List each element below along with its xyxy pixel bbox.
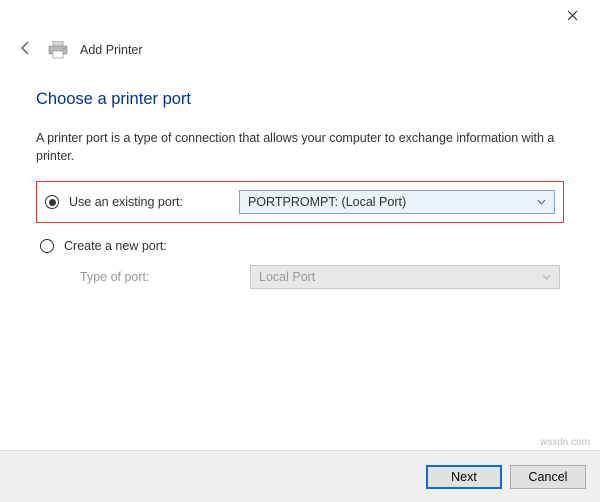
radio-create-port[interactable] bbox=[40, 239, 54, 253]
selected-option-highlight: Use an existing port: PORTPROMPT: (Local… bbox=[36, 181, 564, 223]
back-arrow-icon[interactable] bbox=[16, 40, 36, 61]
titlebar bbox=[0, 0, 600, 30]
option-existing-label: Use an existing port: bbox=[69, 195, 229, 209]
port-type-value: Local Port bbox=[259, 270, 315, 284]
next-button[interactable]: Next bbox=[426, 465, 502, 489]
radio-existing-port[interactable] bbox=[45, 195, 59, 209]
wizard-header: Add Printer bbox=[0, 30, 600, 66]
printer-icon bbox=[48, 41, 68, 59]
page-heading: Choose a printer port bbox=[36, 90, 564, 109]
port-type-label: Type of port: bbox=[80, 270, 240, 284]
option-use-existing-port[interactable]: Use an existing port: PORTPROMPT: (Local… bbox=[41, 184, 559, 220]
port-type-dropdown: Local Port bbox=[250, 265, 560, 289]
window-title: Add Printer bbox=[80, 43, 143, 57]
existing-port-value: PORTPROMPT: (Local Port) bbox=[248, 195, 406, 209]
chevron-down-icon bbox=[542, 272, 551, 283]
close-icon[interactable] bbox=[552, 1, 592, 29]
option-create-new-port[interactable]: Create a new port: bbox=[36, 233, 564, 259]
cancel-button[interactable]: Cancel bbox=[510, 465, 586, 489]
chevron-down-icon bbox=[537, 197, 546, 208]
page-description: A printer port is a type of connection t… bbox=[36, 129, 564, 165]
option-create-label: Create a new port: bbox=[64, 239, 224, 253]
wizard-footer: Next Cancel bbox=[0, 450, 600, 502]
watermark: wsxdn.com bbox=[540, 437, 590, 448]
port-type-row: Type of port: Local Port bbox=[36, 259, 564, 295]
wizard-content: Choose a printer port A printer port is … bbox=[0, 66, 600, 295]
existing-port-dropdown[interactable]: PORTPROMPT: (Local Port) bbox=[239, 190, 555, 214]
